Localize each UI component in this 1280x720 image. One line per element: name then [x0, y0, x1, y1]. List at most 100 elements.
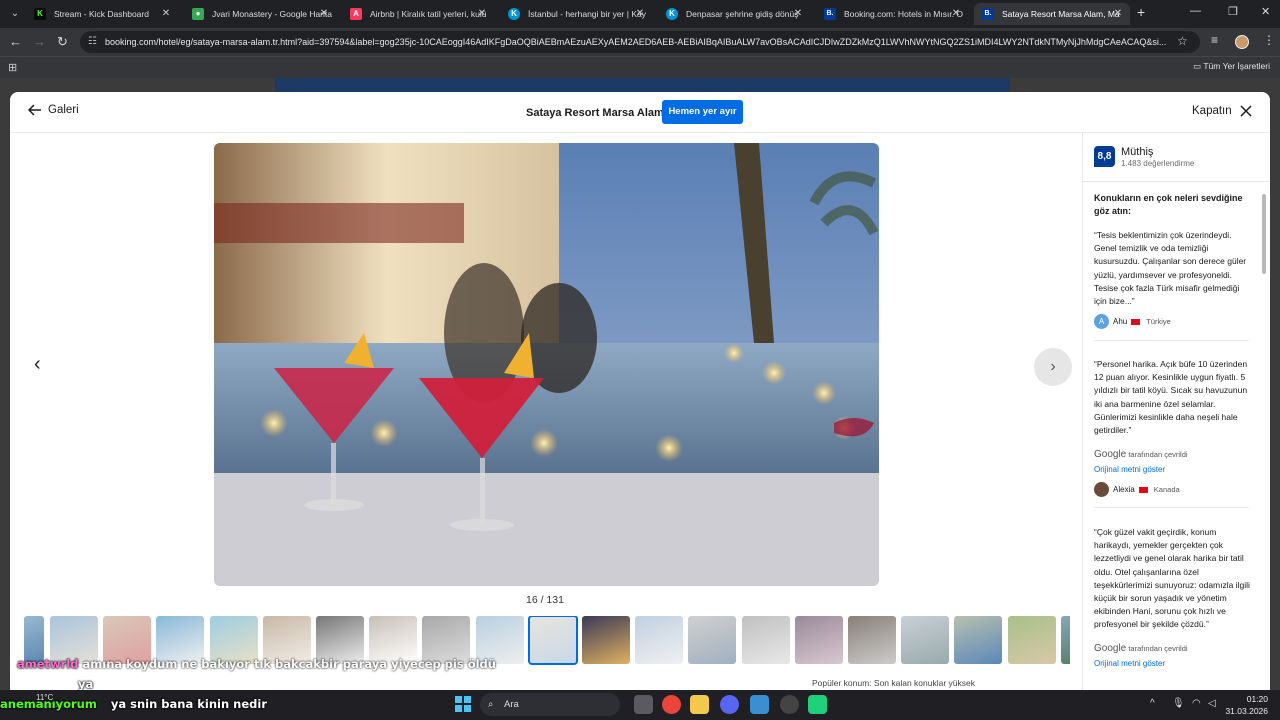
browser-tab-strip: ⌄ K Stream - Kick Dashboard ✕ ● Jvari Mo… [0, 0, 1280, 28]
forward-icon[interactable]: → [33, 34, 46, 49]
new-tab-button[interactable]: + [1137, 4, 1145, 20]
close-modal-button[interactable]: Kapatın [1192, 105, 1252, 117]
chat-text: ya [78, 677, 94, 691]
reserve-button[interactable]: Hemen yer ayır [662, 100, 743, 124]
thumbnail[interactable] [954, 616, 1003, 664]
turkey-flag-icon [1131, 318, 1141, 325]
close-label: Kapatın [1192, 105, 1232, 117]
next-photo-button[interactable]: › [1034, 348, 1072, 386]
back-to-gallery-button[interactable]: Galeri [28, 104, 79, 116]
volume-icon[interactable]: ◁ [1208, 698, 1216, 709]
app-icon[interactable] [750, 695, 769, 714]
microphone-icon[interactable]: 🎙 [1172, 698, 1185, 709]
google-translated-note: Google tarafından çevrildi [1094, 449, 1188, 460]
browser-tab[interactable]: B. Booking.com: Hotels in Mısır. O ✕ [816, 3, 968, 25]
folder-icon: ▭ [1193, 61, 1202, 71]
thumbnail[interactable] [1007, 616, 1056, 664]
close-tab-icon[interactable]: ✕ [634, 3, 646, 25]
close-tab-icon[interactable]: ✕ [160, 3, 172, 25]
browser-tab[interactable]: K Denpasar şehrine gidiş dönüş ✕ [658, 3, 810, 25]
taskbar-search[interactable]: ⌕ Ara [480, 693, 620, 716]
task-view-icon[interactable] [634, 695, 653, 714]
browser-tab[interactable]: K Stream - Kick Dashboard ✕ [26, 3, 178, 25]
wifi-icon[interactable]: ◠ [1192, 698, 1201, 709]
system-clock[interactable]: 01:20 31.03.2026 [1225, 693, 1268, 717]
chat-message: ametwrld amına koydum ne bakıyor tık bak… [17, 657, 496, 671]
reviews-scrollbar[interactable] [1261, 184, 1267, 681]
divider [1083, 181, 1270, 182]
chrome-menu-icon[interactable]: ⋮ [1263, 33, 1275, 47]
chat-text: amına koydum ne bakıyor tık bakcakbir pa… [82, 657, 496, 671]
scroll-thumb[interactable] [1262, 194, 1266, 274]
tab-title: Stream - Kick Dashboard [54, 9, 149, 19]
close-tab-icon[interactable]: ✕ [1112, 3, 1124, 25]
app-icon[interactable] [808, 695, 827, 714]
thumbnail[interactable] [635, 616, 684, 664]
browser-tab[interactable]: K İstanbul - herhangi bir yer | Kay ✕ [500, 3, 652, 25]
reviews-panel: 8,8 Müthiş 1.483 değerlendirme Konukları… [1082, 133, 1270, 690]
chrome-icon[interactable] [662, 695, 681, 714]
airbnb-icon: A [350, 8, 362, 20]
apps-grid-icon[interactable]: ⊞ [8, 61, 17, 74]
thumbnail[interactable] [794, 616, 843, 664]
thumbnail[interactable] [901, 616, 950, 664]
search-placeholder: Ara [504, 699, 519, 710]
tab-title: Airbnb | Kiralık tatil yerleri, kulü [370, 9, 487, 19]
tray-chevron-icon[interactable]: ^ [1150, 698, 1155, 709]
thumbnail[interactable] [1060, 616, 1070, 664]
score-label: Müthiş [1121, 146, 1154, 158]
url-text: booking.com/hotel/eg/sataya-marsa-alam.t… [105, 37, 1167, 47]
kayak-icon: K [508, 8, 520, 20]
popular-location-strip: Popüler konum: Son kalan konuklar yüksek [800, 678, 1080, 690]
reviewer: A Ahu Türkiye [1094, 314, 1171, 329]
browser-tab[interactable]: A Airbnb | Kiralık tatil yerleri, kulü ✕ [342, 3, 494, 25]
pool-cocktail-photo [214, 143, 879, 586]
close-tab-icon[interactable]: ✕ [792, 3, 804, 25]
thumbnail[interactable] [582, 616, 630, 664]
show-original-link[interactable]: Orijinal metni göster [1094, 465, 1165, 474]
thumbnail[interactable] [688, 616, 737, 664]
bookmark-star-icon[interactable]: ☆ [1177, 34, 1188, 48]
previous-photo-icon[interactable]: ‹ [34, 353, 41, 376]
show-original-link[interactable]: Orijinal metni göster [1094, 659, 1165, 668]
browser-tab-active[interactable]: B. Sataya Resort Marsa Alam, Ma ✕ [974, 3, 1130, 25]
close-icon [1240, 105, 1252, 117]
booking-icon: B. [982, 8, 994, 20]
file-explorer-icon[interactable] [690, 695, 709, 714]
close-tab-icon[interactable]: ✕ [476, 3, 488, 25]
bookmarks-bar: ⊞ ▭ Tüm Yer İşaretleri [0, 56, 1280, 78]
review-separator [1094, 507, 1249, 508]
site-info-icon[interactable]: ☷ [88, 31, 97, 53]
profile-avatar[interactable] [1235, 35, 1249, 49]
thumbnail-active[interactable] [527, 616, 578, 665]
address-bar[interactable]: ☷ booking.com/hotel/eg/sataya-marsa-alam… [80, 31, 1200, 53]
browser-tab[interactable]: ● Jvari Monastery - Google Harita ✕ [184, 3, 336, 25]
windows-start-icon[interactable] [455, 696, 471, 712]
minimize-icon[interactable]: — [1190, 5, 1201, 17]
reload-icon[interactable]: ↻ [57, 34, 68, 50]
tab-title: Denpasar şehrine gidiş dönüş [686, 9, 799, 19]
score-badge: 8,8 [1094, 146, 1115, 167]
thumbnail[interactable] [848, 616, 896, 664]
photo-counter: 16 / 131 [526, 594, 564, 606]
avatar: A [1094, 314, 1109, 329]
thumbnail[interactable] [741, 616, 790, 664]
clock-time: 01:20 [1246, 694, 1268, 704]
maps-pin-icon: ● [192, 8, 204, 20]
close-tab-icon[interactable]: ✕ [318, 3, 330, 25]
close-window-icon[interactable]: ✕ [1261, 5, 1270, 18]
all-bookmarks-button[interactable]: ▭ Tüm Yer İşaretleri [1193, 61, 1270, 72]
close-tab-icon[interactable]: ✕ [950, 3, 962, 25]
tab-cast-icon[interactable]: ≡ [1211, 33, 1218, 47]
tab-title: Booking.com: Hotels in Mısır. O [844, 9, 964, 19]
back-icon[interactable]: ← [9, 34, 22, 49]
tab-search-icon[interactable]: ⌄ [6, 5, 24, 23]
photo-viewer: ‹ › 16 / 131 [10, 133, 1082, 690]
chat-text: ya snin bana kinin nedir [110, 697, 267, 711]
google-translated-note: Google tarafından çevrildi [1094, 643, 1188, 654]
tab-title: İstanbul - herhangi bir yer | Kay [528, 9, 646, 19]
review-separator [1094, 340, 1249, 341]
discord-icon[interactable] [720, 695, 739, 714]
obs-icon[interactable] [780, 695, 799, 714]
maximize-icon[interactable]: ❐ [1228, 5, 1238, 18]
